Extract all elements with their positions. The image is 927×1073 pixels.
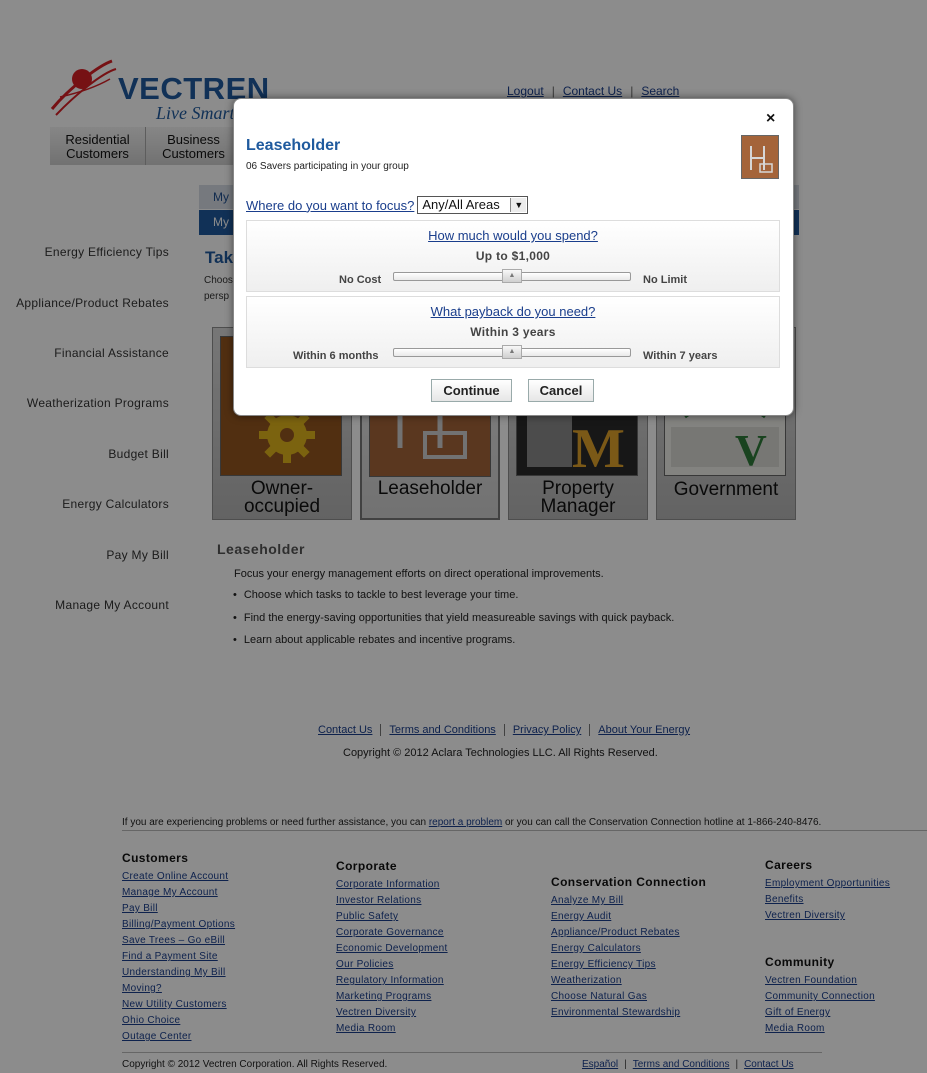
dialog-subtitle: 06 Savers participating in your group — [246, 161, 409, 172]
spend-slider[interactable]: ▲ — [393, 269, 631, 283]
payback-question-link[interactable]: What payback do you need? — [247, 304, 779, 319]
spend-panel: How much would you spend? Up to $1,000 N… — [246, 220, 780, 292]
payback-value: Within 3 years — [470, 325, 556, 339]
spend-slider-handle[interactable]: ▲ — [502, 269, 522, 283]
payback-min-label: Within 6 months — [293, 350, 379, 362]
focus-area-select[interactable]: Any/All Areas ▼ — [417, 196, 529, 214]
dialog-title: Leaseholder — [246, 137, 341, 154]
spend-min-label: No Cost — [339, 274, 382, 286]
payback-slider-handle[interactable]: ▲ — [502, 345, 522, 359]
payback-panel: What payback do you need? Within 3 years… — [246, 296, 780, 368]
chevron-down-icon: ▼ — [510, 198, 527, 212]
focus-question-link[interactable]: Where do you want to focus? — [246, 198, 414, 213]
focus-row: Where do you want to focus? Any/All Area… — [246, 196, 529, 214]
spend-question-link[interactable]: How much would you spend? — [247, 228, 779, 243]
payback-max-label: Within 7 years — [643, 350, 718, 362]
close-icon[interactable]: × — [766, 110, 775, 128]
leaseholder-thumbnail-icon — [741, 135, 779, 179]
spend-max-label: No Limit — [643, 274, 687, 286]
continue-button[interactable]: Continue — [431, 379, 512, 402]
payback-slider[interactable]: ▲ — [393, 345, 631, 359]
cancel-button[interactable]: Cancel — [528, 379, 594, 402]
focus-area-value: Any/All Areas — [422, 197, 500, 212]
spend-value: Up to $1,000 — [475, 249, 551, 263]
focus-dialog: × Leaseholder 06 Savers participating in… — [233, 98, 794, 416]
